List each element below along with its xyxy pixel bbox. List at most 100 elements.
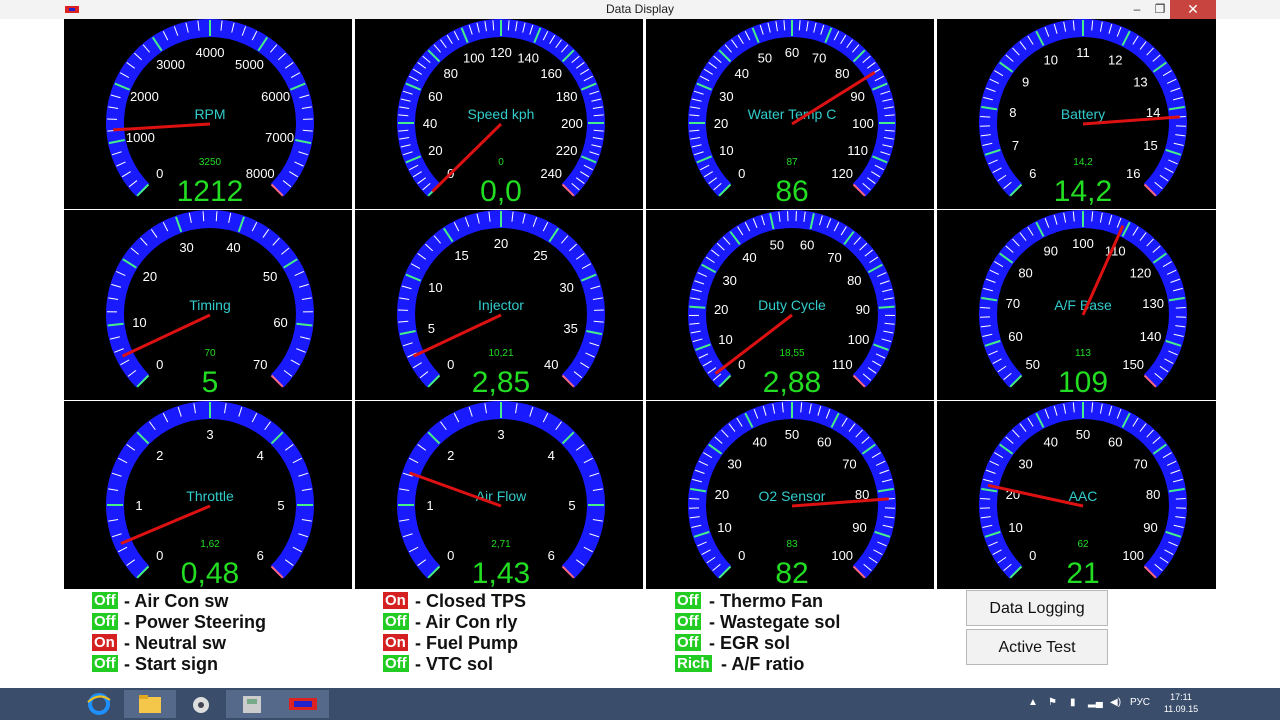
tick-label: 100 (463, 50, 485, 65)
gauge-svg: 0 20 40 6080 100 120 140160 180 200 220 240 Speed k… (355, 19, 643, 209)
gauge-small-reading: 70 (204, 348, 216, 359)
gauge-o2-sensor: 0 10 20 30 40 50 60 70 80 90 100 O2 Sensor 83 82 (646, 401, 934, 589)
tick-label: 130 (1142, 296, 1164, 311)
gauge-water-temp: 0 10 20 30 40 50 60 70 80 90 100 110 120 Water Temp C… (646, 19, 934, 209)
tick-label: 5000 (235, 57, 264, 72)
tick-label: 5 (428, 321, 435, 336)
nds-app-icon[interactable] (277, 690, 329, 718)
tick-label: 80 (1018, 265, 1032, 280)
status-label: - Air Con sw (124, 591, 229, 611)
data-logging-button[interactable]: Data Logging (966, 590, 1108, 626)
taskbar-clock[interactable]: 17:11 11.09.15 (1158, 691, 1204, 715)
tick-label: 0 (447, 357, 454, 372)
tick-label: 90 (850, 89, 864, 104)
gauge-svg: 0 10 20 30 40 50 60 70 80 90 100 110 Duty Cycle 18,55… (646, 210, 934, 400)
tray-chevron-icon[interactable]: ▲ (1028, 697, 1038, 708)
tick-label: 5 (277, 498, 284, 513)
tick-label: 10 (718, 332, 732, 347)
gauge-value: 0,0 (480, 175, 522, 208)
tick-label: 60 (817, 435, 831, 450)
tick-label: 140 (1140, 329, 1162, 344)
gauge-af-base: 50 60 70 80 90 100 110 120 130 140 150 A/F Base 113 1… (937, 210, 1216, 400)
tick-label: 20 (494, 236, 508, 251)
tick-label: 120 (831, 166, 853, 181)
tick-label: 120 (490, 45, 512, 60)
file-explorer-icon[interactable] (124, 690, 176, 718)
maximize-button[interactable]: ❐ (1150, 0, 1170, 19)
status-badge: Off (92, 592, 118, 609)
tick-label: 20 (143, 269, 157, 284)
tray-battery-icon[interactable]: ▮ (1070, 697, 1076, 708)
tray-volume-icon[interactable]: ◀) (1110, 697, 1121, 708)
status-badge: Off (92, 655, 118, 672)
tick-label: 40 (226, 240, 240, 255)
tick-label: 100 (848, 332, 870, 347)
tick-label: 70 (253, 357, 267, 372)
tray-language[interactable]: РУС (1130, 697, 1150, 708)
tick-label: 8 (1009, 105, 1016, 120)
status-label: - Neutral sw (124, 633, 227, 653)
gauge-battery: 6 7 8 9 10 11 12 13 14 15 16 Battery 14,2 14,2 (937, 19, 1216, 209)
ie-icon[interactable] (73, 690, 125, 718)
tick-label: 60 (800, 238, 814, 253)
tick-label: 80 (1146, 487, 1160, 502)
tick-label: 10 (1008, 520, 1022, 535)
tick-label: 2000 (130, 89, 159, 104)
gauge-value: 5 (202, 366, 219, 399)
gauge-svg: 678910111213141516Battery14,214,2 (937, 19, 1216, 209)
tick-label: 80 (847, 273, 861, 288)
status-label: - Closed TPS (415, 591, 527, 611)
status-label: - Thermo Fan (709, 591, 824, 611)
tick-label: 0 (738, 166, 745, 181)
status-badge: Off (383, 613, 409, 630)
media-icon[interactable] (175, 690, 227, 718)
gauge-small-reading: 87 (786, 157, 798, 168)
tray-network-icon[interactable]: ▂▄ (1088, 697, 1103, 708)
tick-label: 60 (273, 315, 287, 330)
gauge-small-reading: 18,55 (779, 348, 804, 359)
tick-label: 40 (753, 435, 767, 450)
gauge-svg: 0 1 2 3 4 5 6 Throttle 1,62 0,48 (64, 401, 352, 589)
gauge-label: RPM (194, 106, 225, 122)
major-tick (689, 305, 706, 309)
gauge-label: Speed kph (468, 106, 535, 122)
minor-tick (1175, 307, 1186, 309)
tick-label: 100 (1072, 236, 1094, 251)
tick-label: 100 (852, 116, 874, 131)
gauge-small-reading: 14,2 (1073, 157, 1093, 168)
tick-label: 220 (556, 143, 578, 158)
tick-label: 2 (447, 448, 454, 463)
gauge-label: Duty Cycle (758, 297, 826, 313)
tick-label: 50 (263, 269, 277, 284)
gauge-svg: 0102030405060708090100AAC6221 (937, 401, 1216, 589)
close-button[interactable]: ✕ (1170, 0, 1216, 19)
status-label: - Wastegate sol (709, 612, 841, 632)
minor-tick (689, 498, 700, 500)
tick-label: 20 (428, 143, 442, 158)
tick-label: 60 (1008, 329, 1022, 344)
active-test-button[interactable]: Active Test (966, 629, 1108, 665)
tick-label: 6000 (261, 89, 290, 104)
tick-label: 180 (556, 89, 578, 104)
gauge-value: 2,85 (472, 366, 530, 399)
tick-label: 0 (1029, 548, 1036, 563)
status-label: - A/F ratio (721, 654, 805, 674)
tick-label: 80 (835, 66, 849, 81)
minimize-button[interactable]: – (1124, 0, 1150, 19)
tick-label: 10 (1044, 53, 1058, 68)
tick-label: 20 (715, 487, 729, 502)
status-badge: Off (675, 592, 701, 609)
tick-label: 50 (770, 238, 784, 253)
tick-label: 4000 (196, 45, 225, 60)
tick-label: 9 (1022, 74, 1029, 89)
tick-label: 4 (257, 448, 264, 463)
tick-label: 90 (1143, 520, 1157, 535)
tray-flag-icon[interactable]: ⚑ (1048, 697, 1057, 708)
tick-label: 40 (423, 116, 437, 131)
tick-label: 16 (1126, 166, 1140, 181)
gauge-label: Water Temp C (748, 106, 837, 122)
status-panel: Off - Air Con sw Off - Power Steering On… (64, 589, 1216, 688)
installer-icon[interactable] (226, 690, 278, 718)
tick-label: 2 (156, 448, 163, 463)
gauge-svg: 0 1000 2000 3000 4000 5000 6000 7000 8000 RPM 3250… (64, 19, 352, 209)
